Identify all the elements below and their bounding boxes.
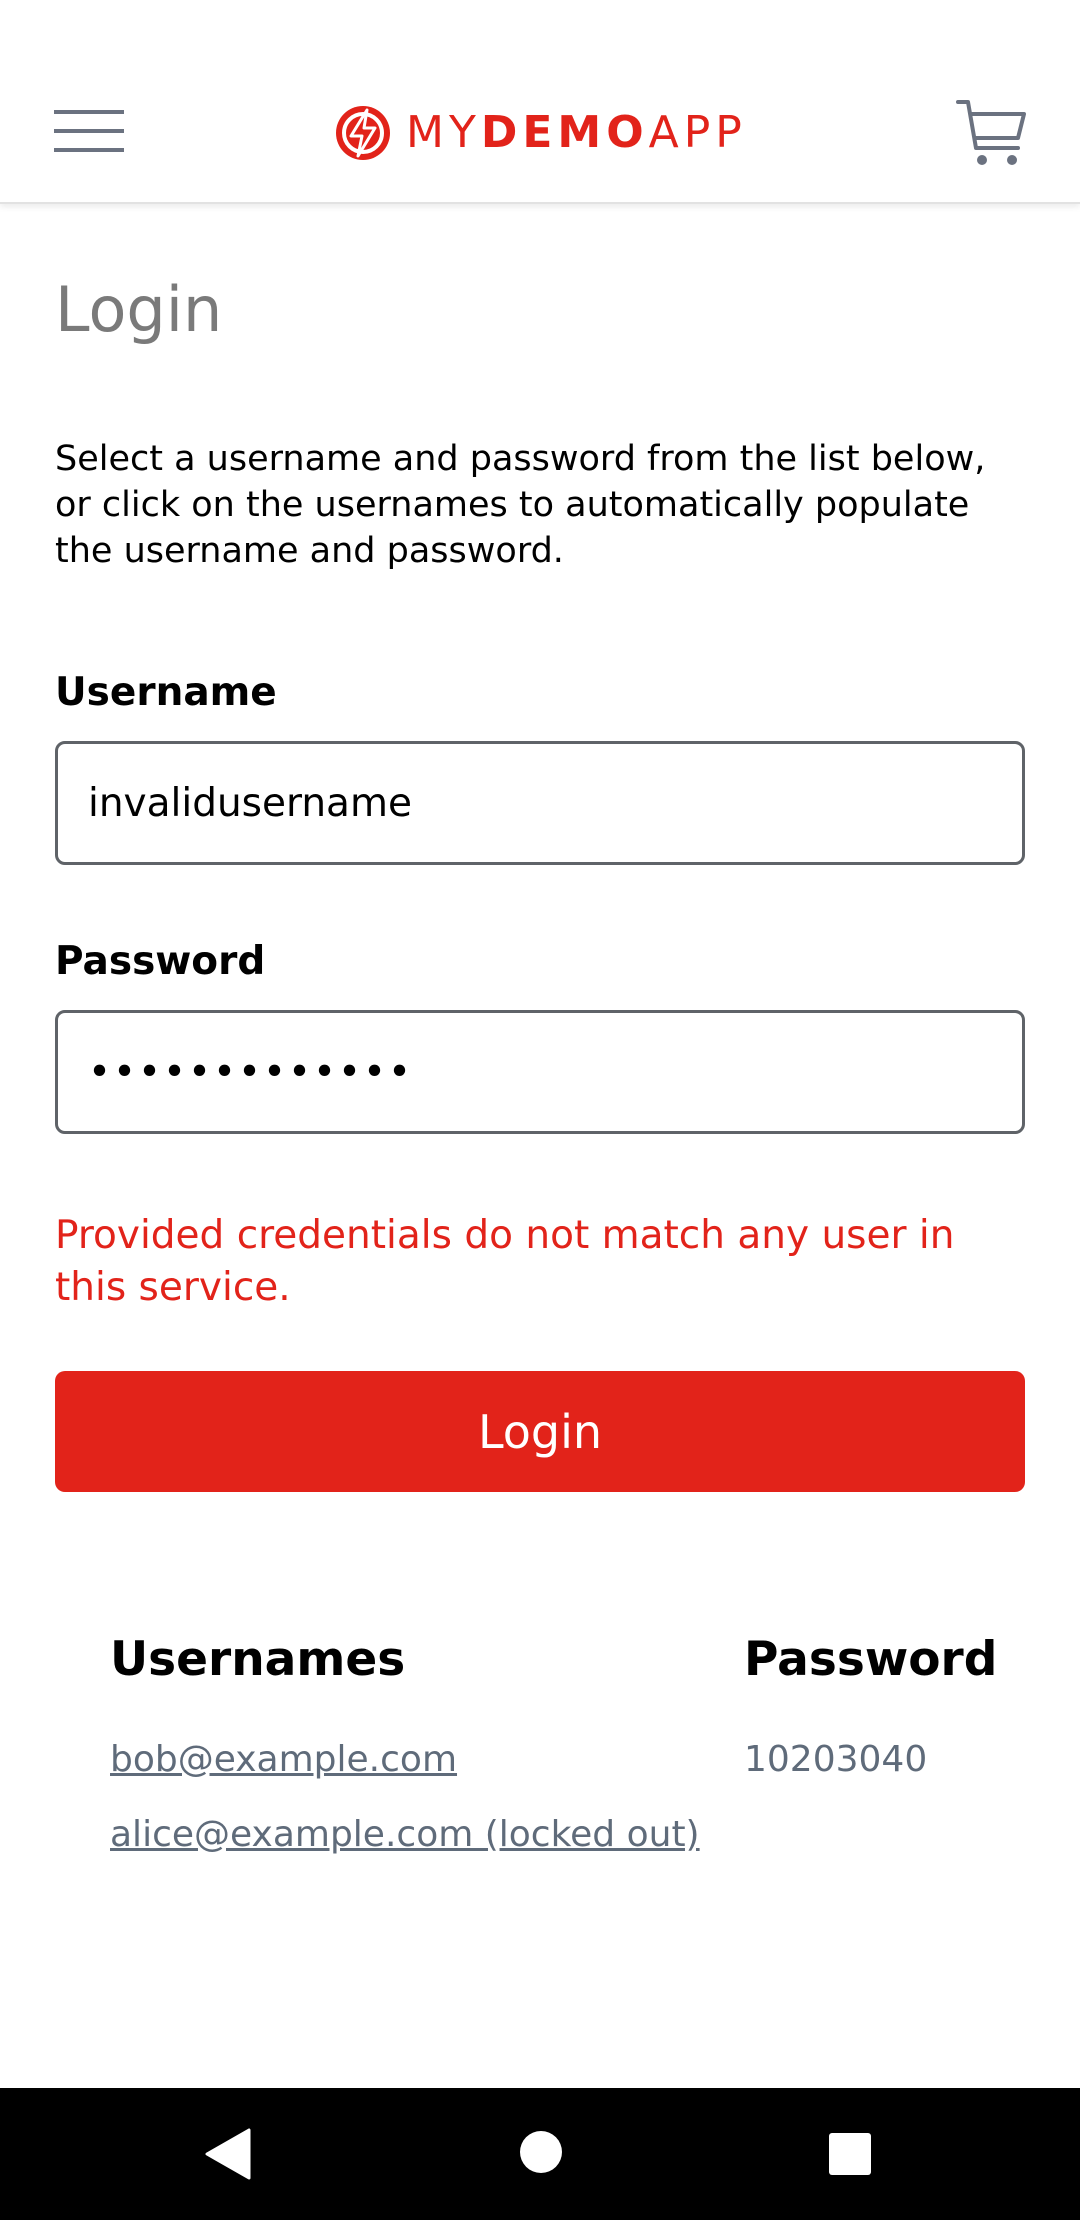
logo-text-app: APP xyxy=(648,107,747,158)
page-title: Login xyxy=(55,273,223,346)
login-button[interactable]: Login xyxy=(55,1371,1025,1492)
cart-icon[interactable] xyxy=(956,98,1028,170)
login-instructions: Select a username and password from the … xyxy=(55,439,986,571)
app-header: MYDEMOAPP xyxy=(0,0,1080,204)
username-label: Username xyxy=(55,670,277,715)
login-error-message: Provided credentials do not match any us… xyxy=(55,1213,955,1310)
password-header: Password xyxy=(744,1632,998,1687)
app-logo: MYDEMOAPP xyxy=(334,102,747,164)
logo-text: MYDEMOAPP xyxy=(406,102,747,164)
username-link-bob[interactable]: bob@example.com xyxy=(110,1737,457,1783)
lightning-bolt-icon xyxy=(336,106,390,160)
password-value: 10203040 xyxy=(744,1739,928,1780)
logo-text-demo: DEMO xyxy=(480,107,649,158)
system-nav-bar xyxy=(0,2088,1080,2220)
logo-text-my: MY xyxy=(406,107,481,158)
recents-square-icon[interactable] xyxy=(828,2132,872,2176)
back-triangle-icon[interactable] xyxy=(203,2128,253,2180)
hamburger-menu-icon[interactable] xyxy=(54,110,124,152)
password-label: Password xyxy=(55,939,266,984)
username-input[interactable] xyxy=(55,741,1025,865)
usernames-header: Usernames xyxy=(110,1632,406,1687)
password-input[interactable] xyxy=(55,1010,1025,1134)
home-circle-icon[interactable] xyxy=(519,2130,563,2174)
username-link-alice[interactable]: alice@example.com (locked out) xyxy=(110,1812,700,1858)
